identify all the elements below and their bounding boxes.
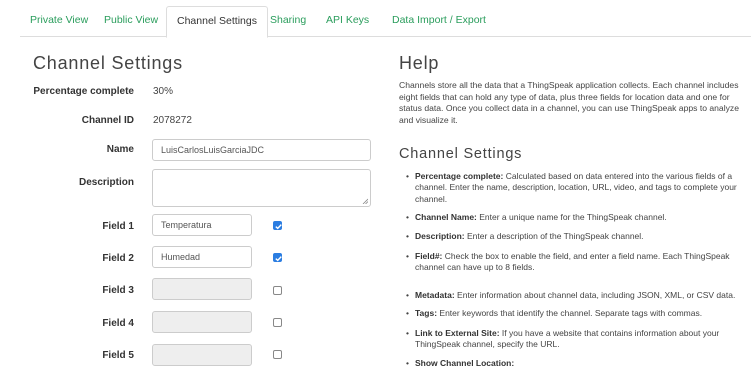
- description-textarea[interactable]: [152, 169, 371, 207]
- field-1-label: Field 1: [102, 221, 134, 232]
- help-item-description: Description: Enter a description of the …: [406, 231, 751, 243]
- help-item-channel-location: Show Channel Location:: [406, 358, 751, 370]
- resize-grip-icon[interactable]: [362, 198, 368, 204]
- help-intro: Channels store all the data that a Thing…: [399, 80, 739, 125]
- form-labels: Percentage complete Channel ID Name Desc…: [0, 0, 134, 370]
- field-2-label: Field 2: [102, 253, 134, 264]
- help-item-channel-name: Channel Name: Enter a unique name for th…: [406, 212, 751, 224]
- field-2-checkbox[interactable]: [273, 253, 282, 262]
- field-5-checkbox[interactable]: [273, 350, 282, 359]
- check-icon: [275, 224, 282, 230]
- field-4-label: Field 4: [102, 318, 134, 329]
- field-1-checkbox[interactable]: [273, 221, 282, 230]
- tab-api-keys[interactable]: API Keys: [316, 6, 379, 37]
- help-item-external-site: Link to External Site: If you have a web…: [406, 328, 751, 351]
- check-icon: [275, 256, 282, 262]
- description-label: Description: [78, 177, 134, 188]
- field-1-input[interactable]: Temperatura: [152, 214, 252, 236]
- field-3-checkbox[interactable]: [273, 286, 282, 295]
- name-input[interactable]: LuisCarlosLuisGarciaJDC: [152, 139, 371, 161]
- help-item-metadata: Metadata: Enter information about channe…: [406, 290, 751, 302]
- channel-id-label: Channel ID: [81, 115, 134, 126]
- name-label: Name: [106, 144, 134, 155]
- help-subtitle: Channel Settings: [399, 146, 523, 162]
- tab-channel-settings[interactable]: Channel Settings: [166, 6, 268, 38]
- field-2-input[interactable]: Humedad: [152, 246, 252, 268]
- percentage-value: 30%: [153, 86, 174, 97]
- channel-id-value: 2078272: [153, 115, 192, 126]
- help-item-field: Field#: Check the box to enable the fiel…: [406, 251, 751, 274]
- field-3-input[interactable]: [152, 278, 252, 300]
- field-3-label: Field 3: [102, 285, 134, 296]
- field-5-label: Field 5: [102, 350, 134, 361]
- field-5-input[interactable]: [152, 344, 252, 366]
- tab-sharing[interactable]: Sharing: [260, 6, 316, 37]
- percentage-label: Percentage complete: [33, 86, 134, 97]
- field-4-checkbox[interactable]: [273, 318, 282, 327]
- field-4-input[interactable]: [152, 311, 252, 333]
- tab-data-import-export[interactable]: Data Import / Export: [382, 6, 496, 37]
- help-title: Help: [399, 53, 440, 73]
- help-item-tags: Tags: Enter keywords that identify the c…: [406, 308, 751, 320]
- help-item-percentage: Percentage complete: Calculated based on…: [406, 171, 751, 205]
